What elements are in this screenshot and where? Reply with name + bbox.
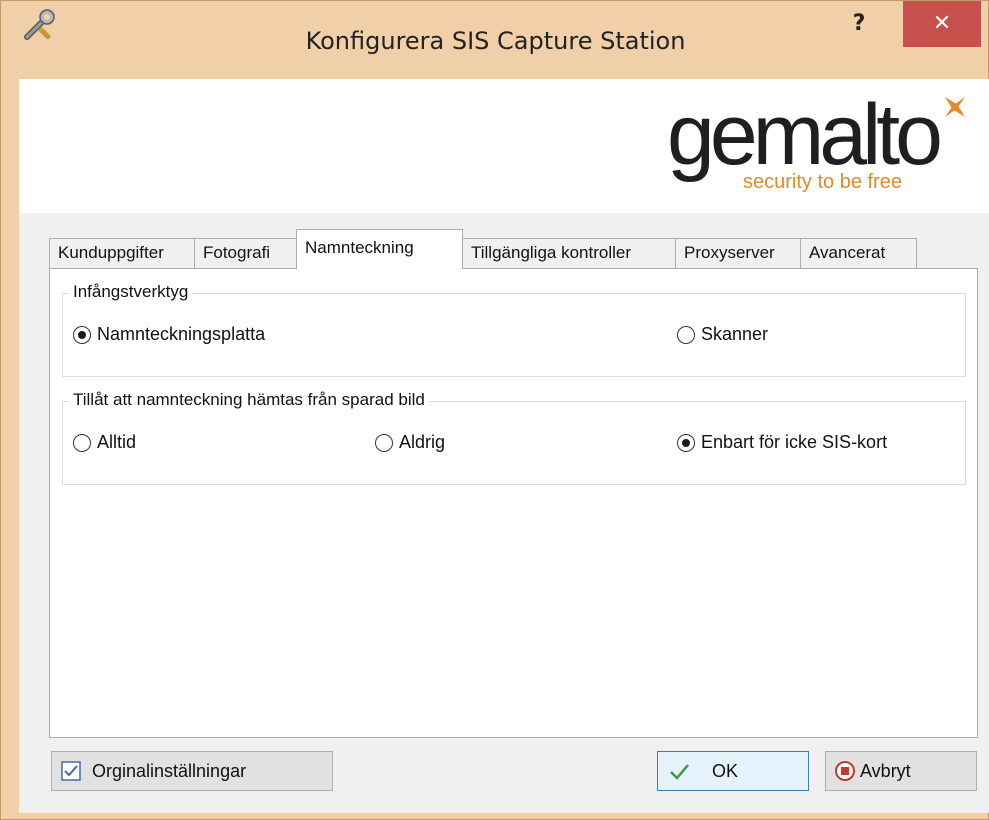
radio-selected-icon: [677, 433, 695, 452]
radio-aldrig[interactable]: Aldrig: [375, 432, 445, 453]
radio-label: Enbart för icke SIS-kort: [701, 432, 888, 452]
radio-skanner[interactable]: Skanner: [677, 324, 768, 345]
radio-alltid[interactable]: Alltid: [73, 432, 136, 453]
header-banner: gemalto security to be free: [19, 79, 989, 213]
checklist-icon: [61, 761, 81, 781]
tab-fotografi[interactable]: Fotografi: [194, 238, 297, 268]
star-icon: [945, 97, 965, 117]
saved-image-title: Tillåt att namnteckning hämtas från spar…: [69, 390, 429, 410]
checkmark-icon: [670, 764, 689, 780]
close-button[interactable]: ✕: [903, 1, 981, 47]
cancel-button-label: Avbryt: [860, 760, 911, 781]
tab-strip: Kunduppgifter Fotografi Namnteckning Til…: [49, 229, 989, 269]
radio-label: Skanner: [701, 324, 769, 344]
dialog-window: Konfigurera SIS Capture Station ? ✕ gema…: [0, 0, 989, 820]
capture-tool-group: Infångstverktyg Namnteckningsplatta Skan…: [62, 282, 966, 377]
radio-enbart-icke-sis-kort[interactable]: Enbart för icke SIS-kort: [677, 432, 887, 453]
cancel-button[interactable]: Avbryt: [825, 751, 977, 791]
tab-namnteckning[interactable]: Namnteckning: [296, 229, 463, 269]
tab-tillgangliga-kontroller[interactable]: Tillgängliga kontroller: [462, 238, 676, 268]
radio-unselected-icon: [73, 433, 91, 452]
tab-avancerat[interactable]: Avancerat: [800, 238, 917, 268]
radio-label: Aldrig: [399, 432, 446, 452]
gemalto-logo: gemalto security to be free: [639, 87, 979, 207]
stop-icon: [835, 761, 855, 781]
radio-label: Alltid: [97, 432, 137, 452]
tab-proxyserver[interactable]: Proxyserver: [675, 238, 801, 268]
saved-image-group: Tillåt att namnteckning hämtas från spar…: [62, 390, 966, 485]
tab-panel-namnteckning: Infångstverktyg Namnteckningsplatta Skan…: [49, 268, 978, 738]
ok-button[interactable]: OK: [657, 751, 809, 791]
logo-tagline: security to be free: [743, 171, 902, 193]
defaults-button[interactable]: Orginalinställningar: [51, 751, 333, 791]
tab-kunduppgifter[interactable]: Kunduppgifter: [49, 238, 195, 268]
help-button[interactable]: ?: [829, 9, 889, 49]
capture-tool-title: Infångstverktyg: [69, 282, 193, 302]
ok-button-label: OK: [712, 760, 739, 781]
radio-selected-icon: [73, 325, 91, 344]
logo-brand: gemalto: [667, 87, 943, 183]
radio-unselected-icon: [375, 433, 393, 452]
client-area: gemalto security to be free Kunduppgifte…: [19, 79, 989, 813]
radio-label: Namnteckningsplatta: [97, 324, 266, 344]
radio-unselected-icon: [677, 325, 695, 344]
radio-namnteckningsplatta[interactable]: Namnteckningsplatta: [73, 324, 265, 345]
defaults-button-label: Orginalinställningar: [92, 760, 247, 781]
title-bar[interactable]: Konfigurera SIS Capture Station ? ✕: [1, 1, 988, 79]
